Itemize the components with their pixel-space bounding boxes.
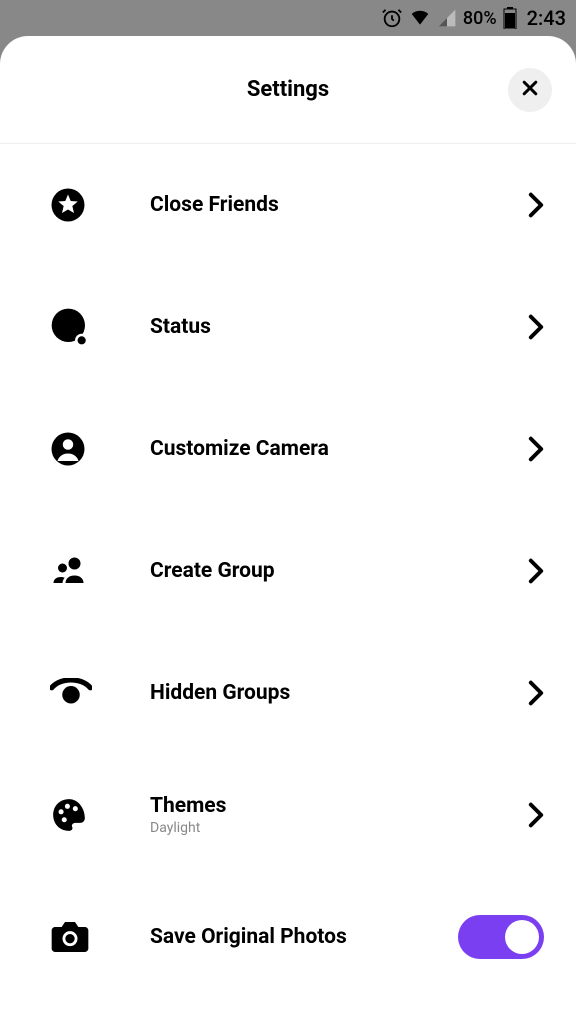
item-label: Status: [150, 315, 528, 339]
item-label: Hidden Groups: [150, 681, 528, 705]
camera-icon: [50, 920, 92, 954]
chevron-right-icon: [528, 436, 544, 462]
eye-icon: [50, 678, 92, 708]
page-title: Settings: [247, 77, 329, 102]
chevron-right-icon: [528, 192, 544, 218]
close-button[interactable]: [508, 68, 552, 112]
item-label: Create Group: [150, 559, 528, 583]
chevron-right-icon: [528, 558, 544, 584]
item-label: Close Friends: [150, 193, 528, 217]
battery-percent: 80%: [463, 8, 497, 29]
chevron-right-icon: [528, 802, 544, 828]
chevron-right-icon: [528, 680, 544, 706]
settings-modal: Settings Close Friends Status: [0, 36, 576, 1024]
close-icon: [520, 78, 540, 102]
save-photos-toggle[interactable]: [458, 915, 544, 959]
alarm-icon: [381, 7, 403, 29]
star-circle-icon: [50, 187, 92, 223]
status-bar: 80% 2:43: [0, 0, 576, 36]
item-sublabel: Daylight: [150, 820, 528, 836]
palette-icon: [50, 796, 92, 834]
toggle-knob: [505, 920, 539, 954]
item-label: Save Original Photos: [150, 925, 458, 949]
settings-item-themes[interactable]: Themes Daylight: [0, 754, 576, 876]
settings-item-hidden-groups[interactable]: Hidden Groups: [0, 632, 576, 754]
settings-item-customize-camera[interactable]: Customize Camera: [0, 388, 576, 510]
battery-icon: [503, 7, 517, 29]
chevron-right-icon: [528, 314, 544, 340]
status-icon: [50, 307, 92, 347]
item-label: Themes: [150, 794, 528, 818]
person-circle-icon: [50, 431, 92, 467]
wifi-icon: [409, 8, 431, 28]
settings-item-save-original-photos[interactable]: Save Original Photos: [0, 876, 576, 998]
settings-item-create-group[interactable]: Create Group: [0, 510, 576, 632]
settings-item-close-friends[interactable]: Close Friends: [0, 144, 576, 266]
clock-time: 2:43: [527, 6, 566, 30]
settings-item-status[interactable]: Status: [0, 266, 576, 388]
modal-header: Settings: [0, 36, 576, 144]
cell-signal-icon: [437, 8, 457, 28]
settings-list: Close Friends Status Customize Camera: [0, 144, 576, 998]
group-icon: [50, 553, 92, 589]
item-label: Customize Camera: [150, 437, 528, 461]
